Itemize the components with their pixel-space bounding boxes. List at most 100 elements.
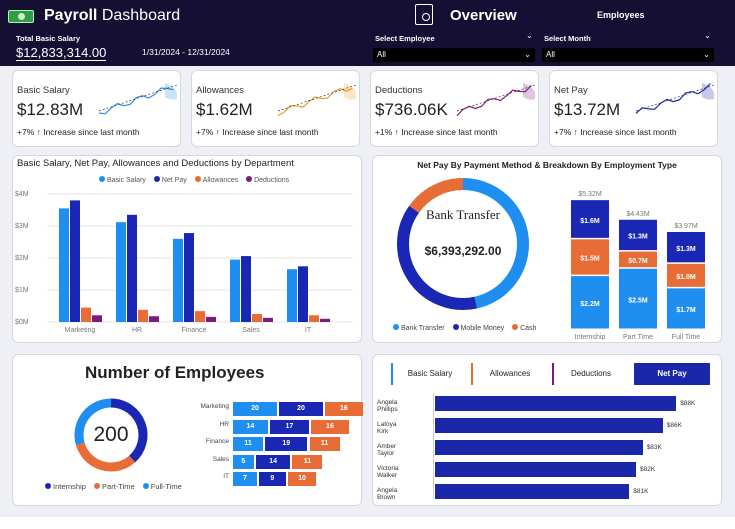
stack-segment[interactable]: 5 [233, 454, 254, 469]
y-tick-label: $1M [15, 287, 29, 294]
kpi-change: +7% ↑ Increase since last month [554, 127, 677, 137]
month-filter-label: Select Month [544, 34, 591, 43]
stack-segment[interactable]: 16 [311, 419, 349, 434]
segment-label: $1.5M [580, 256, 600, 263]
donut-center-label: Bank Transfer [425, 207, 501, 222]
segment-label: $1.6M [580, 218, 600, 225]
x-tick-label: IT [305, 327, 312, 334]
chart-title: Net Pay By Payment Method & Breakdown By… [417, 160, 677, 170]
bar[interactable] [298, 266, 308, 322]
employment-ribbon-chart: $2.2M $1.5M $1.6M $5.32M Internship $2.5M $0.7… [571, 191, 705, 340]
total-salary-label: Total Basic Salary [16, 34, 81, 43]
category-label: IT [223, 473, 229, 480]
sparkline-series [98, 87, 174, 115]
bar[interactable] [230, 259, 240, 322]
bar[interactable] [206, 316, 216, 322]
kpi-value: $12.83M [17, 100, 84, 119]
stack-segment[interactable]: 14 [255, 454, 291, 469]
x-tick-label: Marketing [65, 327, 96, 334]
donut-slice[interactable] [75, 442, 136, 472]
total-label: $5.32M [578, 191, 602, 198]
kpi-change: +7% ↑ Increase since last month [196, 127, 319, 137]
sparkline [277, 83, 357, 117]
bar[interactable] [435, 418, 663, 433]
bar[interactable] [92, 315, 102, 322]
month-select[interactable]: All ⌄ [542, 48, 714, 62]
stack-segment[interactable]: 11 [233, 437, 264, 451]
trend-line [456, 84, 536, 112]
date-range[interactable]: 1/31/2024 - 12/31/2024 [142, 47, 230, 57]
bar[interactable] [59, 208, 69, 322]
bar[interactable] [116, 222, 126, 322]
segment-label: $1.3M [628, 234, 648, 241]
money-icon [8, 10, 34, 23]
bar[interactable] [287, 269, 297, 322]
bar[interactable] [81, 307, 91, 322]
employees-card: Number of Employees 200 Internship Part-… [12, 354, 363, 506]
kpi-title: Allowances [196, 85, 245, 96]
tab-basic-salary[interactable]: Basic Salary [391, 363, 467, 385]
total-label: $4.43M [626, 211, 650, 218]
employee-name: Latoya Kirk [377, 421, 397, 435]
data-label: $88K [680, 400, 696, 407]
total-salary-value: $12,833,314.00 [16, 45, 107, 61]
y-tick-label: $2M [15, 255, 29, 262]
bar[interactable] [127, 214, 137, 322]
bar[interactable] [252, 314, 262, 322]
bar[interactable] [263, 317, 273, 322]
bar[interactable] [435, 462, 636, 477]
stack-segment[interactable]: 11 [292, 454, 323, 469]
trend-line [98, 84, 178, 112]
employee-name: Angela Phillips [377, 399, 398, 413]
app-title: Dashboard [101, 7, 181, 24]
kpi-value: $13.72M [554, 100, 621, 119]
stack-segment[interactable]: 10 [287, 472, 317, 486]
bar[interactable] [138, 309, 148, 322]
category-label: Marketing [200, 403, 229, 410]
donut-slice[interactable] [409, 178, 464, 213]
employees-tab[interactable]: Employees [597, 10, 645, 20]
stack-segment[interactable]: 19 [265, 437, 308, 451]
tab-allowances[interactable]: Allowances [471, 363, 547, 385]
bar[interactable] [149, 316, 159, 322]
report-icon[interactable] [415, 4, 433, 25]
bar[interactable] [435, 440, 643, 455]
stack-segment[interactable]: 7 [233, 472, 257, 486]
kpi-card-basic: Basic Salary $12.83M +7% ↑ Increase since … [12, 70, 181, 147]
stack-segment[interactable]: 16 [325, 402, 363, 416]
tab-deductions[interactable]: Deductions [552, 363, 628, 385]
kpi-change: +7% ↑ Increase since last month [17, 127, 140, 137]
bar[interactable] [435, 396, 677, 411]
stack-segment[interactable]: 20 [279, 402, 323, 416]
kpi-card-allowances: Allowances $1.62M +7% ↑ Increase since las… [191, 70, 360, 147]
stack-segment[interactable]: 11 [309, 437, 340, 451]
tab-net-pay[interactable]: Net Pay [634, 363, 710, 385]
bar[interactable] [241, 256, 251, 322]
total-label: $3.97M [674, 223, 698, 230]
stack-segment[interactable]: 9 [258, 472, 286, 486]
overview-tab[interactable]: Overview [450, 7, 517, 24]
stack-segment[interactable]: 17 [269, 419, 310, 434]
chevron-down-icon[interactable]: ⌄ [526, 31, 533, 40]
bar[interactable] [435, 484, 630, 499]
chart-title: Number of Employees [85, 363, 265, 382]
bar[interactable] [309, 315, 319, 322]
employee-select[interactable]: All ⌄ [373, 48, 535, 62]
x-tick-label: Sales [242, 327, 260, 334]
top-earners-card: Basic Salary Allowances Deductions Net P… [372, 354, 722, 506]
segment-label: $0.7M [628, 258, 648, 265]
kpi-title: Net Pay [554, 85, 588, 96]
chevron-down-icon[interactable]: ⌄ [704, 31, 711, 40]
chart-legend: Basic Salary Net Pay Allowances Deductio… [93, 176, 289, 184]
data-label: $81K [633, 488, 649, 495]
bar[interactable] [173, 238, 183, 322]
bar[interactable] [184, 233, 194, 322]
segment-label: $1.3M [676, 246, 696, 253]
stack-segment[interactable]: 14 [233, 419, 268, 434]
employees-legend: Internship Part-Time Full-Time [39, 482, 182, 491]
stack-segment[interactable]: 20 [233, 402, 277, 416]
bar[interactable] [70, 200, 80, 322]
bar[interactable] [195, 311, 205, 322]
bar[interactable] [320, 318, 330, 322]
kpi-value: $736.06K [375, 100, 448, 119]
